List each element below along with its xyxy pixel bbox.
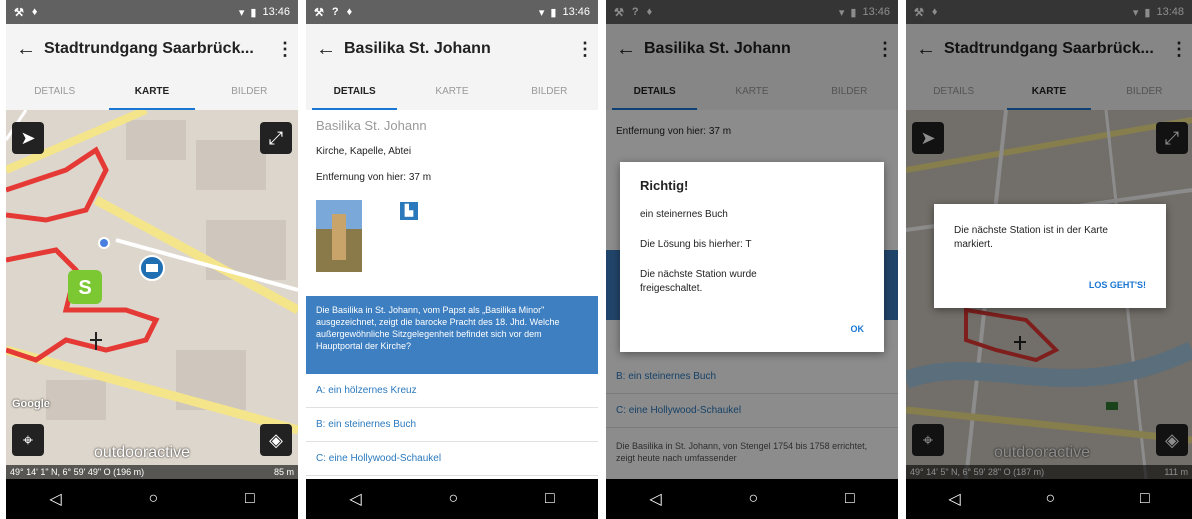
locate-button[interactable]: ⌖ — [12, 424, 44, 456]
phone-next-station-screen: ⚒ ♦ ▾ ▮ 13:48 ← Stadtrundgang Saarbrück... … — [906, 0, 1192, 519]
poi-distance: Entfernung von hier: 37 m — [316, 172, 432, 183]
poi-category: Kirche, Kapelle, Abtei — [316, 146, 412, 157]
answer-c[interactable]: C: eine Hollywood-Schaukel — [306, 442, 598, 476]
dialog-title: Richtig! — [640, 178, 689, 193]
answer-b[interactable]: B: ein steinernes Buch — [306, 408, 598, 442]
google-logo: Google — [12, 398, 50, 410]
ok-button[interactable]: OK — [851, 324, 865, 334]
nav-recent-icon[interactable]: □ — [245, 490, 255, 508]
crosshair-icon: ⌖ — [22, 429, 34, 450]
status-bar: ⚒ ♦ ▾ ▮ 13:46 — [6, 0, 298, 24]
tab-bar: DETAILS KARTE BILDER — [306, 74, 598, 110]
quiz-question: Die Basilika in St. Johann, vom Papst al… — [306, 296, 598, 374]
status-time: 13:46 — [262, 6, 290, 18]
coordinate-text: 49° 14' 1" N, 6° 59' 49" O (196 m) — [10, 467, 145, 477]
overflow-menu-icon[interactable]: ⋮ — [276, 39, 294, 60]
tab-karte[interactable]: KARTE — [103, 74, 200, 110]
wifi-icon: ▾ — [538, 6, 545, 19]
back-arrow-icon[interactable]: ← — [316, 38, 344, 61]
svg-text:S: S — [78, 277, 91, 299]
status-time: 13:46 — [562, 6, 590, 18]
answer-a[interactable]: A: ein hölzernes Kreuz — [306, 374, 598, 408]
nav-home-icon[interactable]: ○ — [148, 490, 158, 508]
dialog-message: Die nächste Station ist in der Karte mar… — [954, 225, 1108, 250]
back-arrow-icon[interactable]: ← — [16, 38, 44, 61]
nav-home-icon[interactable]: ○ — [748, 490, 758, 508]
compass-button[interactable]: ➤ — [12, 122, 44, 154]
fullscreen-button[interactable]: ⤢ — [260, 122, 292, 154]
dialog-next-station: Die nächste Station wurde freigeschaltet… — [640, 269, 757, 294]
dialog-answer: ein steinernes Buch — [640, 209, 728, 220]
wifi-icon: ▾ — [238, 6, 245, 19]
photo-gallery-icon[interactable]: ▙ — [400, 202, 418, 220]
phone-details-screen: ⚒? ♦ ▾ ▮ 13:46 ← Basilika St. Johann ⋮ DETA… — [306, 0, 598, 519]
compass-icon: ➤ — [20, 127, 36, 148]
system-nav-bar: ◁ ○ □ — [606, 479, 898, 519]
nav-home-icon[interactable]: ○ — [448, 490, 458, 508]
nav-back-icon[interactable]: ◁ — [49, 489, 61, 509]
outdooractive-watermark: outdooractive — [94, 444, 191, 461]
map-view[interactable]: S ➤ ⤢ ⌖ ◈ Google outdooractive — [6, 110, 298, 479]
overflow-menu-icon[interactable]: ⋮ — [576, 39, 594, 60]
location-icon: ♦ — [31, 5, 38, 18]
system-nav-bar: ◁ ○ □ — [906, 479, 1192, 519]
tab-bilder[interactable]: BILDER — [201, 74, 298, 110]
fullscreen-icon: ⤢ — [268, 127, 284, 148]
answer-dialog: Richtig! ein steinernes Buch Die Lösung … — [620, 162, 884, 352]
status-bar: ⚒? ♦ ▾ ▮ 13:46 — [306, 0, 598, 24]
nav-back-icon[interactable]: ◁ — [349, 489, 361, 509]
poi-title: Basilika St. Johann — [316, 118, 427, 133]
nav-recent-icon[interactable]: □ — [1140, 490, 1150, 508]
tab-bar: DETAILS KARTE BILDER — [6, 74, 298, 110]
phone-map-screen: ⚒ ♦ ▾ ▮ 13:46 ← Stadtrundgang Saarbrück... … — [6, 0, 298, 519]
nav-recent-icon[interactable]: □ — [845, 490, 855, 508]
dialog-solution: Die Lösung bis hierher: T — [640, 239, 752, 250]
notification-icon: ⚒ — [14, 6, 24, 19]
screenshot-strip: ⚒ ♦ ▾ ▮ 13:46 ← Stadtrundgang Saarbrück... … — [0, 0, 1192, 519]
nav-recent-icon[interactable]: □ — [545, 490, 555, 508]
layers-icon: ◈ — [269, 429, 283, 450]
los-gehts-button[interactable]: LOS GEHT'S! — [1089, 280, 1146, 290]
layers-button[interactable]: ◈ — [260, 424, 292, 456]
location-icon: ♦ — [346, 5, 353, 18]
app-bar: ← Basilika St. Johann ⋮ — [306, 24, 598, 74]
tab-details[interactable]: DETAILS — [6, 74, 103, 110]
details-panel: Basilika St. Johann Kirche, Kapelle, Abt… — [306, 110, 598, 479]
system-nav-bar: ◁ ○ □ — [6, 479, 298, 519]
nav-home-icon[interactable]: ○ — [1045, 490, 1055, 508]
nav-back-icon[interactable]: ◁ — [948, 489, 960, 509]
tab-karte[interactable]: KARTE — [403, 74, 500, 110]
nav-back-icon[interactable]: ◁ — [649, 489, 661, 509]
app-bar: ← Stadtrundgang Saarbrück... ⋮ — [6, 24, 298, 74]
scale-label: 85 m — [273, 467, 294, 477]
tab-details[interactable]: DETAILS — [306, 74, 403, 110]
battery-icon: ▮ — [250, 6, 257, 19]
app-title: Basilika St. Johann — [344, 40, 491, 57]
system-nav-bar: ◁ ○ □ — [306, 479, 598, 519]
app-title: Stadtrundgang Saarbrück... — [44, 40, 254, 57]
notification-icon: ⚒ — [314, 6, 324, 19]
coordinate-readout: 49° 14' 1" N, 6° 59' 49" O (196 m) 85 m — [6, 465, 298, 479]
next-station-dialog: Die nächste Station ist in der Karte mar… — [934, 204, 1166, 308]
map-graphic: S — [6, 110, 298, 479]
tab-bilder[interactable]: BILDER — [501, 74, 598, 110]
question-icon: ? — [331, 5, 339, 18]
poi-photo[interactable] — [316, 200, 362, 272]
battery-icon: ▮ — [550, 6, 557, 19]
phone-answer-dialog-screen: ⚒? ♦ ▾ ▮ 13:46 ← Basilika St. Johann ⋮ DETA… — [606, 0, 898, 519]
